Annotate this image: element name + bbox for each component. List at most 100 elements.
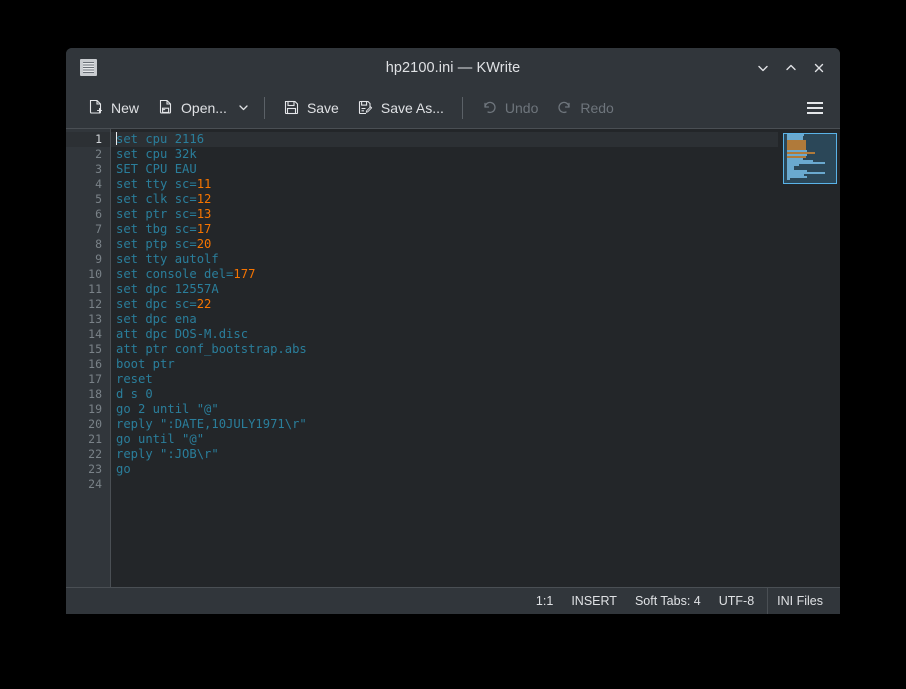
new-document-icon: [87, 99, 104, 116]
hamburger-bar: [807, 102, 823, 104]
minimap-viewport[interactable]: [783, 133, 837, 184]
code-line[interactable]: set cpu 32k: [111, 147, 840, 162]
status-bar: 1:1 INSERT Soft Tabs: 4 UTF-8 INI Files: [66, 588, 840, 614]
redo-arrow-icon: [556, 99, 573, 116]
code-line[interactable]: SET CPU EAU: [111, 162, 840, 177]
line-number: 17: [66, 372, 110, 387]
open-button-label: Open...: [181, 100, 227, 116]
hamburger-menu-icon[interactable]: [800, 94, 830, 122]
numeric-token: 12: [197, 192, 212, 206]
line-number: 15: [66, 342, 110, 357]
new-button-label: New: [111, 100, 139, 116]
kwrite-window: hp2100.ini — KWrite New: [66, 48, 840, 614]
maximize-button[interactable]: [778, 55, 804, 81]
code-line[interactable]: set dpc sc=22: [111, 297, 840, 312]
line-number: 9: [66, 252, 110, 267]
close-button[interactable]: [806, 55, 832, 81]
code-line[interactable]: att ptr conf_bootstrap.abs: [111, 342, 840, 357]
code-line[interactable]: go 2 until "@": [111, 402, 840, 417]
line-number: 2: [66, 147, 110, 162]
open-document-icon: [157, 99, 174, 116]
new-button[interactable]: New: [78, 94, 148, 122]
input-mode-status[interactable]: INSERT: [562, 594, 626, 608]
save-floppy-icon: [283, 99, 300, 116]
hamburger-bar: [807, 112, 823, 114]
encoding-status[interactable]: UTF-8: [710, 594, 763, 608]
line-number: 19: [66, 402, 110, 417]
code-line[interactable]: set ptr sc=13: [111, 207, 840, 222]
code-line[interactable]: reset: [111, 372, 840, 387]
line-number: 12: [66, 297, 110, 312]
editor-area[interactable]: 123456789101112131415161718192021222324 …: [66, 128, 840, 588]
minimize-button[interactable]: [750, 55, 776, 81]
save-button-label: Save: [307, 100, 339, 116]
code-line[interactable]: [111, 477, 840, 492]
save-as-pencil-icon: [357, 99, 374, 116]
code-line[interactable]: set console del=177: [111, 267, 840, 282]
line-number: 22: [66, 447, 110, 462]
cursor-position-status[interactable]: 1:1: [527, 594, 562, 608]
highlight-mode-status[interactable]: INI Files: [768, 594, 832, 608]
code-line[interactable]: go until "@": [111, 432, 840, 447]
line-number: 20: [66, 417, 110, 432]
line-number: 8: [66, 237, 110, 252]
open-button[interactable]: Open...: [148, 94, 236, 122]
line-number: 7: [66, 222, 110, 237]
numeric-token: 13: [197, 207, 212, 221]
code-line[interactable]: reply ":DATE,10JULY1971\r": [111, 417, 840, 432]
code-line[interactable]: set clk sc=12: [111, 192, 840, 207]
line-number: 4: [66, 177, 110, 192]
line-number: 10: [66, 267, 110, 282]
line-number: 21: [66, 432, 110, 447]
window-title: hp2100.ini — KWrite: [66, 60, 840, 76]
line-number: 18: [66, 387, 110, 402]
code-line[interactable]: go: [111, 462, 840, 477]
window-titlebar[interactable]: hp2100.ini — KWrite: [66, 48, 840, 87]
numeric-token: 20: [197, 237, 212, 251]
numeric-token: 177: [233, 267, 255, 281]
code-line[interactable]: set cpu 2116: [111, 132, 840, 147]
minimap-line: [787, 178, 790, 180]
window-controls: [750, 55, 832, 81]
line-number: 14: [66, 327, 110, 342]
code-line[interactable]: att dpc DOS-M.disc: [111, 327, 840, 342]
redo-button-label: Redo: [580, 100, 613, 116]
numeric-token: 11: [197, 177, 212, 191]
save-button[interactable]: Save: [274, 94, 348, 122]
text-cursor: [116, 132, 117, 145]
code-text-area[interactable]: set cpu 2116set cpu 32kSET CPU EAUset tt…: [111, 129, 840, 587]
open-recent-dropdown[interactable]: [233, 94, 255, 122]
minimap-scrollbar[interactable]: [778, 129, 840, 587]
toolbar-separator-2: [462, 97, 463, 119]
line-number: 11: [66, 282, 110, 297]
line-number: 3: [66, 162, 110, 177]
code-line[interactable]: set tty autolf: [111, 252, 840, 267]
code-line[interactable]: d s 0: [111, 387, 840, 402]
line-number: 1: [66, 132, 110, 147]
line-number: 24: [66, 477, 110, 492]
code-line[interactable]: set ptp sc=20: [111, 237, 840, 252]
minimap-line: [787, 176, 807, 178]
code-line[interactable]: set tbg sc=17: [111, 222, 840, 237]
line-number: 23: [66, 462, 110, 477]
redo-button[interactable]: Redo: [547, 94, 622, 122]
line-number: 6: [66, 207, 110, 222]
code-line[interactable]: set tty sc=11: [111, 177, 840, 192]
hamburger-bar: [807, 107, 823, 109]
save-as-button[interactable]: Save As...: [348, 94, 453, 122]
toolbar-separator-1: [264, 97, 265, 119]
line-number: 16: [66, 357, 110, 372]
line-number: 13: [66, 312, 110, 327]
tab-mode-status[interactable]: Soft Tabs: 4: [626, 594, 710, 608]
code-line[interactable]: set dpc 12557A: [111, 282, 840, 297]
code-line[interactable]: boot ptr: [111, 357, 840, 372]
numeric-token: 17: [197, 222, 212, 236]
code-line[interactable]: reply ":JOB\r": [111, 447, 840, 462]
undo-button-label: Undo: [505, 100, 538, 116]
line-number-gutter: 123456789101112131415161718192021222324: [66, 129, 111, 587]
code-line[interactable]: set dpc ena: [111, 312, 840, 327]
text-file-icon: [80, 59, 97, 76]
numeric-token: 22: [197, 297, 212, 311]
line-number: 5: [66, 192, 110, 207]
undo-button[interactable]: Undo: [472, 94, 547, 122]
